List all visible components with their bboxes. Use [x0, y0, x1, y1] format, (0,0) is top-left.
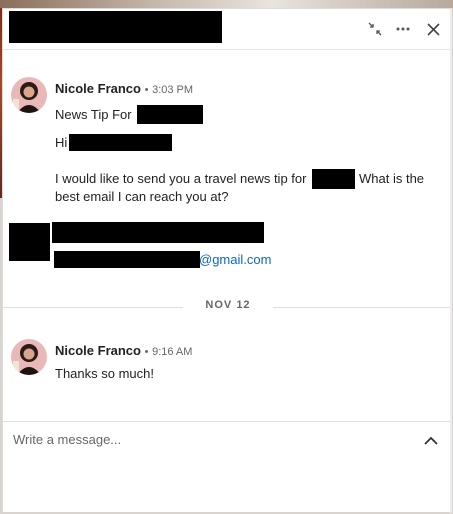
- message-subject: News Tip For: [55, 106, 132, 124]
- chevron-up-icon[interactable]: [421, 430, 441, 450]
- message-sender-2: Nicole Franco • 9:16 AM: [55, 343, 192, 358]
- avatar[interactable]: [11, 339, 47, 375]
- redacted-avatar: [9, 223, 50, 261]
- separator: •: [144, 84, 149, 96]
- subject-text: News Tip For: [55, 107, 132, 122]
- message-panel: Nicole Franco • 3:03 PM News Tip For Hi …: [2, 8, 453, 514]
- message-sender-1: Nicole Franco • 3:03 PM: [55, 81, 193, 96]
- divider-line-right: [273, 307, 453, 308]
- message-composer: Write a message...: [3, 421, 451, 514]
- redacted-publication: [312, 169, 355, 189]
- redacted-subject: [137, 105, 203, 124]
- separator: •: [144, 346, 149, 358]
- divider-line-left: [3, 307, 183, 308]
- message-body-line-2: best email I can reach you at?: [55, 189, 229, 204]
- close-icon[interactable]: [423, 19, 443, 39]
- sender-name[interactable]: Nicole Franco: [55, 81, 141, 96]
- collapse-arrows-icon[interactable]: [365, 19, 385, 39]
- message-body-line-1: I would like to send you a travel news t…: [55, 171, 307, 186]
- message-time: 3:03 PM: [152, 84, 194, 96]
- email-link[interactable]: @gmail.com: [199, 251, 271, 269]
- more-horizontal-icon[interactable]: [393, 19, 413, 39]
- redacted-recipient-name: [69, 134, 172, 151]
- panel-edge: [450, 9, 452, 513]
- redacted-email-user: [54, 251, 200, 268]
- message-time: 9:16 AM: [152, 346, 193, 358]
- message-text: Thanks so much!: [55, 366, 154, 381]
- sender-name[interactable]: Nicole Franco: [55, 343, 141, 358]
- background-strip: [0, 0, 453, 8]
- message-body-question-start: What is the: [359, 171, 425, 186]
- redacted-sender: [52, 222, 264, 243]
- message-greeting: Hi: [55, 135, 68, 150]
- message-input[interactable]: Write a message...: [13, 432, 393, 447]
- avatar[interactable]: [11, 77, 47, 113]
- conversation-header: [3, 9, 451, 50]
- date-divider: NOV 12: [205, 299, 251, 311]
- redacted-title: [9, 11, 222, 43]
